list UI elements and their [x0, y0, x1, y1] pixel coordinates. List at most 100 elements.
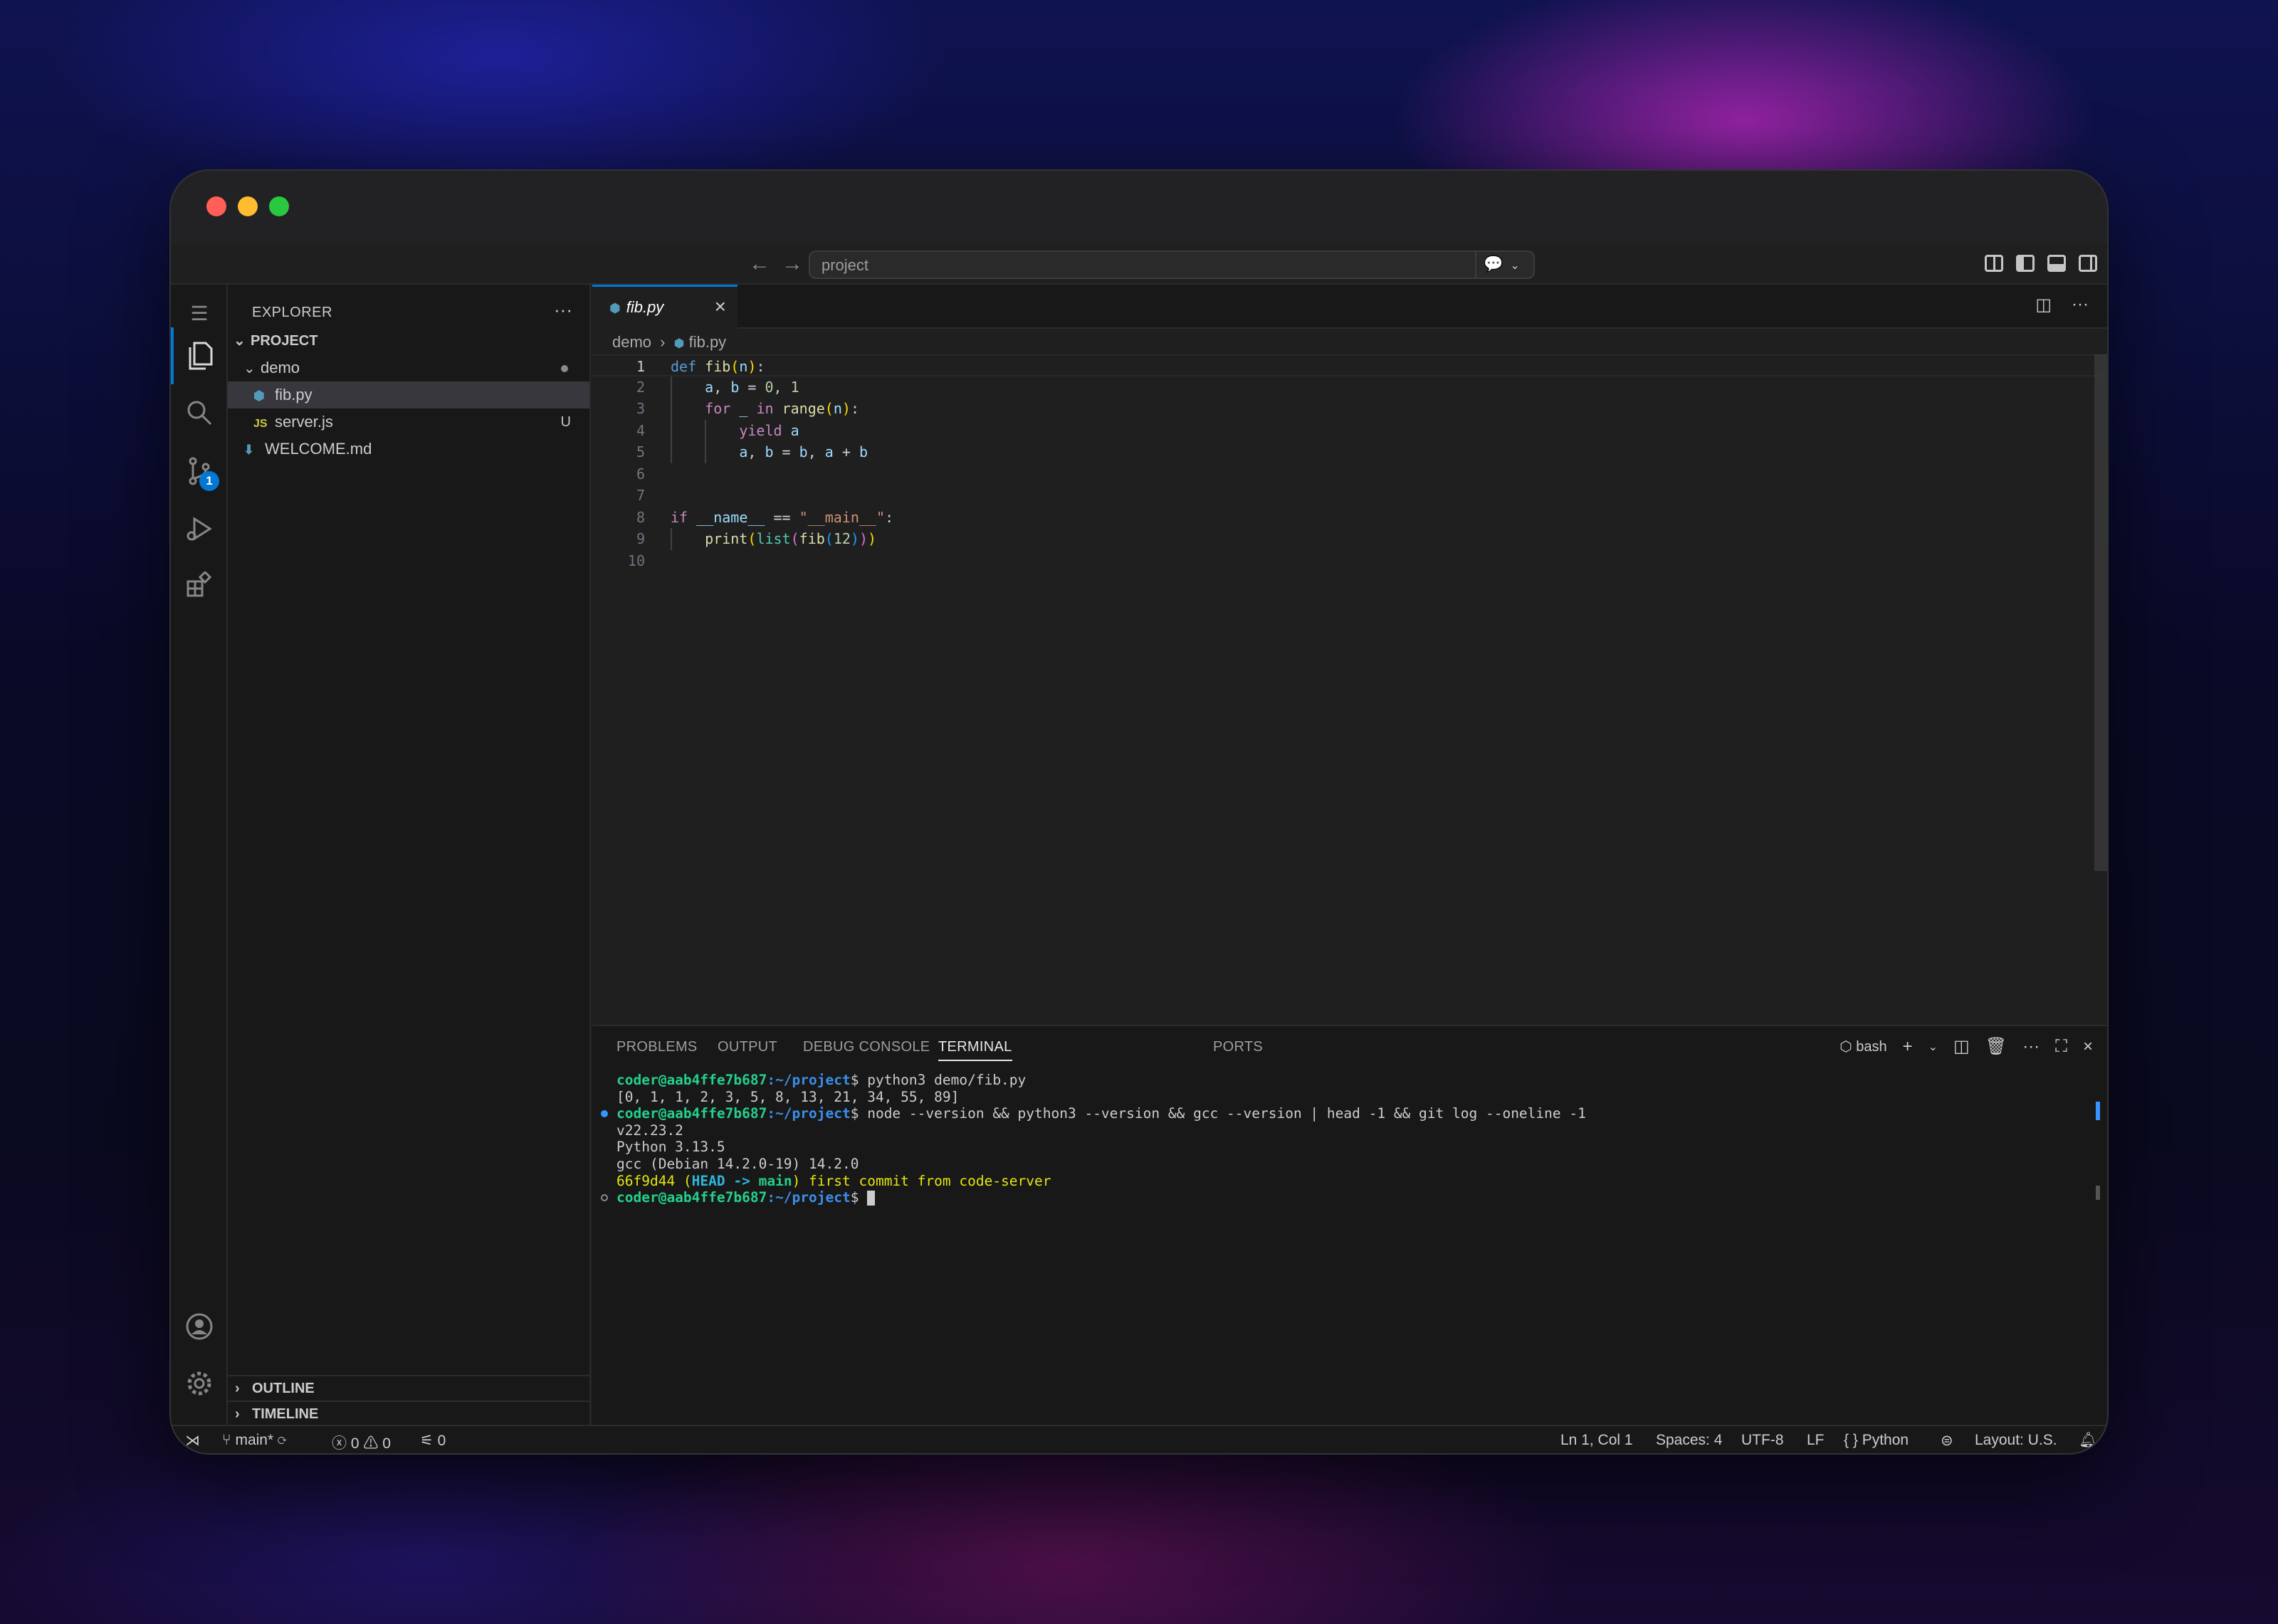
toggle-panel-icon[interactable] — [2047, 255, 2066, 272]
ports-count: 0 — [437, 1433, 446, 1449]
terminal-line: v22.23.2 — [616, 1122, 683, 1139]
command-center-label: project — [822, 256, 869, 274]
chevron-down-icon[interactable]: ⌄ — [1928, 1040, 1938, 1054]
shell-label: bash — [1856, 1039, 1887, 1055]
explorer-sidebar: EXPLORER ··· ⌄ PROJECT ⌄ demo ⬢ fib.py JS se… — [228, 285, 591, 1425]
more-actions-icon[interactable]: ··· — [554, 299, 572, 321]
run-debug-icon[interactable] — [171, 500, 228, 557]
branch-label: main* — [235, 1432, 274, 1448]
timeline-section[interactable]: › TIMELINE — [228, 1401, 589, 1426]
editor-tabs: ⬢ fib.py × ◫ ··· — [592, 285, 2107, 329]
copilot-icon[interactable]: ⊜ — [1941, 1432, 1953, 1450]
more-actions-icon[interactable]: ··· — [2022, 1037, 2040, 1057]
command-success-marker — [601, 1110, 608, 1118]
terminal-line: Python 3.13.5 — [616, 1139, 725, 1156]
line-number: 5 — [636, 443, 645, 460]
back-arrow-icon[interactable]: ← — [749, 252, 770, 276]
modified-dot-icon — [561, 365, 568, 372]
explorer-icon[interactable] — [171, 327, 228, 384]
split-terminal-icon[interactable]: ◫ — [1953, 1036, 1970, 1057]
tab-label: fib.py — [626, 298, 664, 316]
terminal-scrollbar[interactable] — [2096, 1186, 2100, 1200]
new-terminal-icon[interactable]: + — [1903, 1037, 1913, 1057]
editor-scrollbar[interactable] — [2094, 354, 2107, 871]
panel-actions: ⬡ bash + ⌄ ◫ 🗑 ··· ⛶ × — [1839, 1036, 2093, 1057]
line-number: 1 — [636, 358, 645, 375]
code-line: 10 — [592, 550, 2107, 572]
tab-ports-visible[interactable]: PORTS — [1213, 1039, 1263, 1055]
command-pending-marker — [601, 1194, 608, 1202]
close-icon[interactable]: × — [715, 295, 726, 318]
status-bar: ⋊ ⑂ main* ⟳ ⓧ 0 ⚠ 0 ⚟ 0 Ln 1, Col 1 Spac… — [171, 1425, 2107, 1453]
chevron-down-icon: ⌄ — [233, 333, 246, 349]
remote-indicator-icon[interactable]: ⋊ — [185, 1432, 200, 1450]
code-line: 2 a, b = 0, 1 — [592, 376, 2107, 398]
explorer-title: EXPLORER — [252, 305, 332, 320]
indentation[interactable]: Spaces: 4 — [1656, 1432, 1722, 1449]
terminal-line: [0, 1, 1, 2, 3, 5, 8, 13, 21, 34, 55, 89… — [616, 1088, 960, 1105]
vscode-window: ← → project 💬 ⌄ ☰ 1 EXPLORER ··· ⌄ PROJE… — [169, 169, 2109, 1455]
breadcrumb-item[interactable]: fib.py — [689, 333, 727, 351]
split-editor-icon[interactable]: ◫ — [2035, 295, 2052, 315]
minimize-window-button[interactable] — [238, 196, 258, 216]
tree-file-welcome-md[interactable]: ⬇ WELCOME.md — [228, 436, 589, 463]
chat-dropdown-button[interactable]: 💬 ⌄ — [1475, 251, 1539, 279]
warning-count: 0 — [382, 1435, 391, 1452]
breadcrumb-item[interactable]: demo — [612, 333, 651, 351]
extensions-icon[interactable] — [171, 557, 228, 613]
project-root[interactable]: ⌄ PROJECT — [228, 327, 589, 354]
account-icon[interactable] — [171, 1298, 228, 1355]
settings-gear-icon[interactable] — [171, 1355, 228, 1412]
problems-status[interactable]: ⓧ 0 ⚠ 0 — [332, 1432, 391, 1453]
markdown-icon: ⬇ — [243, 443, 255, 457]
maximize-panel-icon[interactable]: ⛶ — [2055, 1037, 2067, 1057]
untracked-status: U — [560, 414, 571, 430]
tree-item-label: WELCOME.md — [265, 440, 372, 458]
toggle-secondary-sidebar-icon[interactable] — [2079, 255, 2097, 272]
keyboard-layout[interactable]: Layout: U.S. — [1975, 1432, 2057, 1449]
end-of-line[interactable]: LF — [1807, 1432, 1825, 1449]
forward-arrow-icon[interactable]: → — [782, 252, 803, 276]
warning-icon: ⚠ — [363, 1435, 379, 1452]
tab-problems[interactable]: PROBLEMS — [616, 1039, 698, 1055]
more-actions-icon[interactable]: ··· — [2072, 295, 2089, 315]
terminal-cursor — [867, 1191, 876, 1206]
python-icon: ⬢ — [673, 337, 685, 350]
error-icon: ⓧ — [332, 1435, 347, 1452]
close-window-button[interactable] — [206, 196, 226, 216]
outline-label: OUTLINE — [252, 1381, 315, 1396]
chat-icon: 💬 — [1484, 255, 1503, 273]
tree-file-fib-py[interactable]: ⬢ fib.py — [228, 381, 589, 408]
tab-output[interactable]: OUTPUT — [718, 1039, 777, 1055]
ports-status[interactable]: ⚟ 0 — [420, 1432, 446, 1450]
toggle-primary-sidebar-icon[interactable] — [2016, 255, 2035, 272]
terminal-shell[interactable]: ⬡ bash — [1839, 1038, 1886, 1055]
customize-layout-icon[interactable] — [1985, 255, 2003, 272]
notifications-bell-icon[interactable]: 🔔︎ — [2079, 1432, 2098, 1449]
trash-icon[interactable]: 🗑 — [1985, 1036, 2007, 1057]
cursor-position[interactable]: Ln 1, Col 1 — [1560, 1432, 1633, 1449]
terminal-output[interactable]: coder@aab4ffe7b687:~/project$ python3 de… — [601, 1072, 1586, 1206]
code-line: 7 — [592, 485, 2107, 507]
tree-folder-demo[interactable]: ⌄ demo — [228, 354, 589, 381]
language-mode[interactable]: { } Python — [1844, 1432, 1909, 1449]
tab-terminal[interactable]: TERMINAL — [938, 1039, 1012, 1061]
terminal-line: 66f9d44 (HEAD -> main) first commit from… — [616, 1172, 1051, 1189]
tree-file-server-js[interactable]: JS server.js U — [228, 408, 589, 436]
code-line: 8 if __name__ == "__main__": — [592, 507, 2107, 529]
source-control-icon[interactable]: 1 — [171, 443, 228, 500]
close-icon[interactable]: × — [2083, 1037, 2093, 1057]
line-number: 6 — [636, 465, 645, 483]
search-icon[interactable] — [171, 384, 228, 441]
branch-status[interactable]: ⑂ main* ⟳ — [222, 1432, 287, 1449]
activity-bar: ☰ 1 — [171, 285, 228, 1425]
outline-section[interactable]: › OUTLINE — [228, 1375, 589, 1401]
command-center-search[interactable]: project — [809, 251, 1535, 279]
tab-fib-py[interactable]: ⬢ fib.py × — [592, 285, 738, 329]
maximize-window-button[interactable] — [269, 196, 289, 216]
tab-debug-console[interactable]: DEBUG CONSOLE — [803, 1039, 930, 1055]
terminal-icon: ⬡ — [1839, 1039, 1852, 1055]
code-editor[interactable]: 1 def fib(n): 2 a, b = 0, 1 3 for _ in ra… — [592, 354, 2107, 572]
encoding[interactable]: UTF-8 — [1741, 1432, 1784, 1449]
line-number: 7 — [636, 487, 645, 504]
